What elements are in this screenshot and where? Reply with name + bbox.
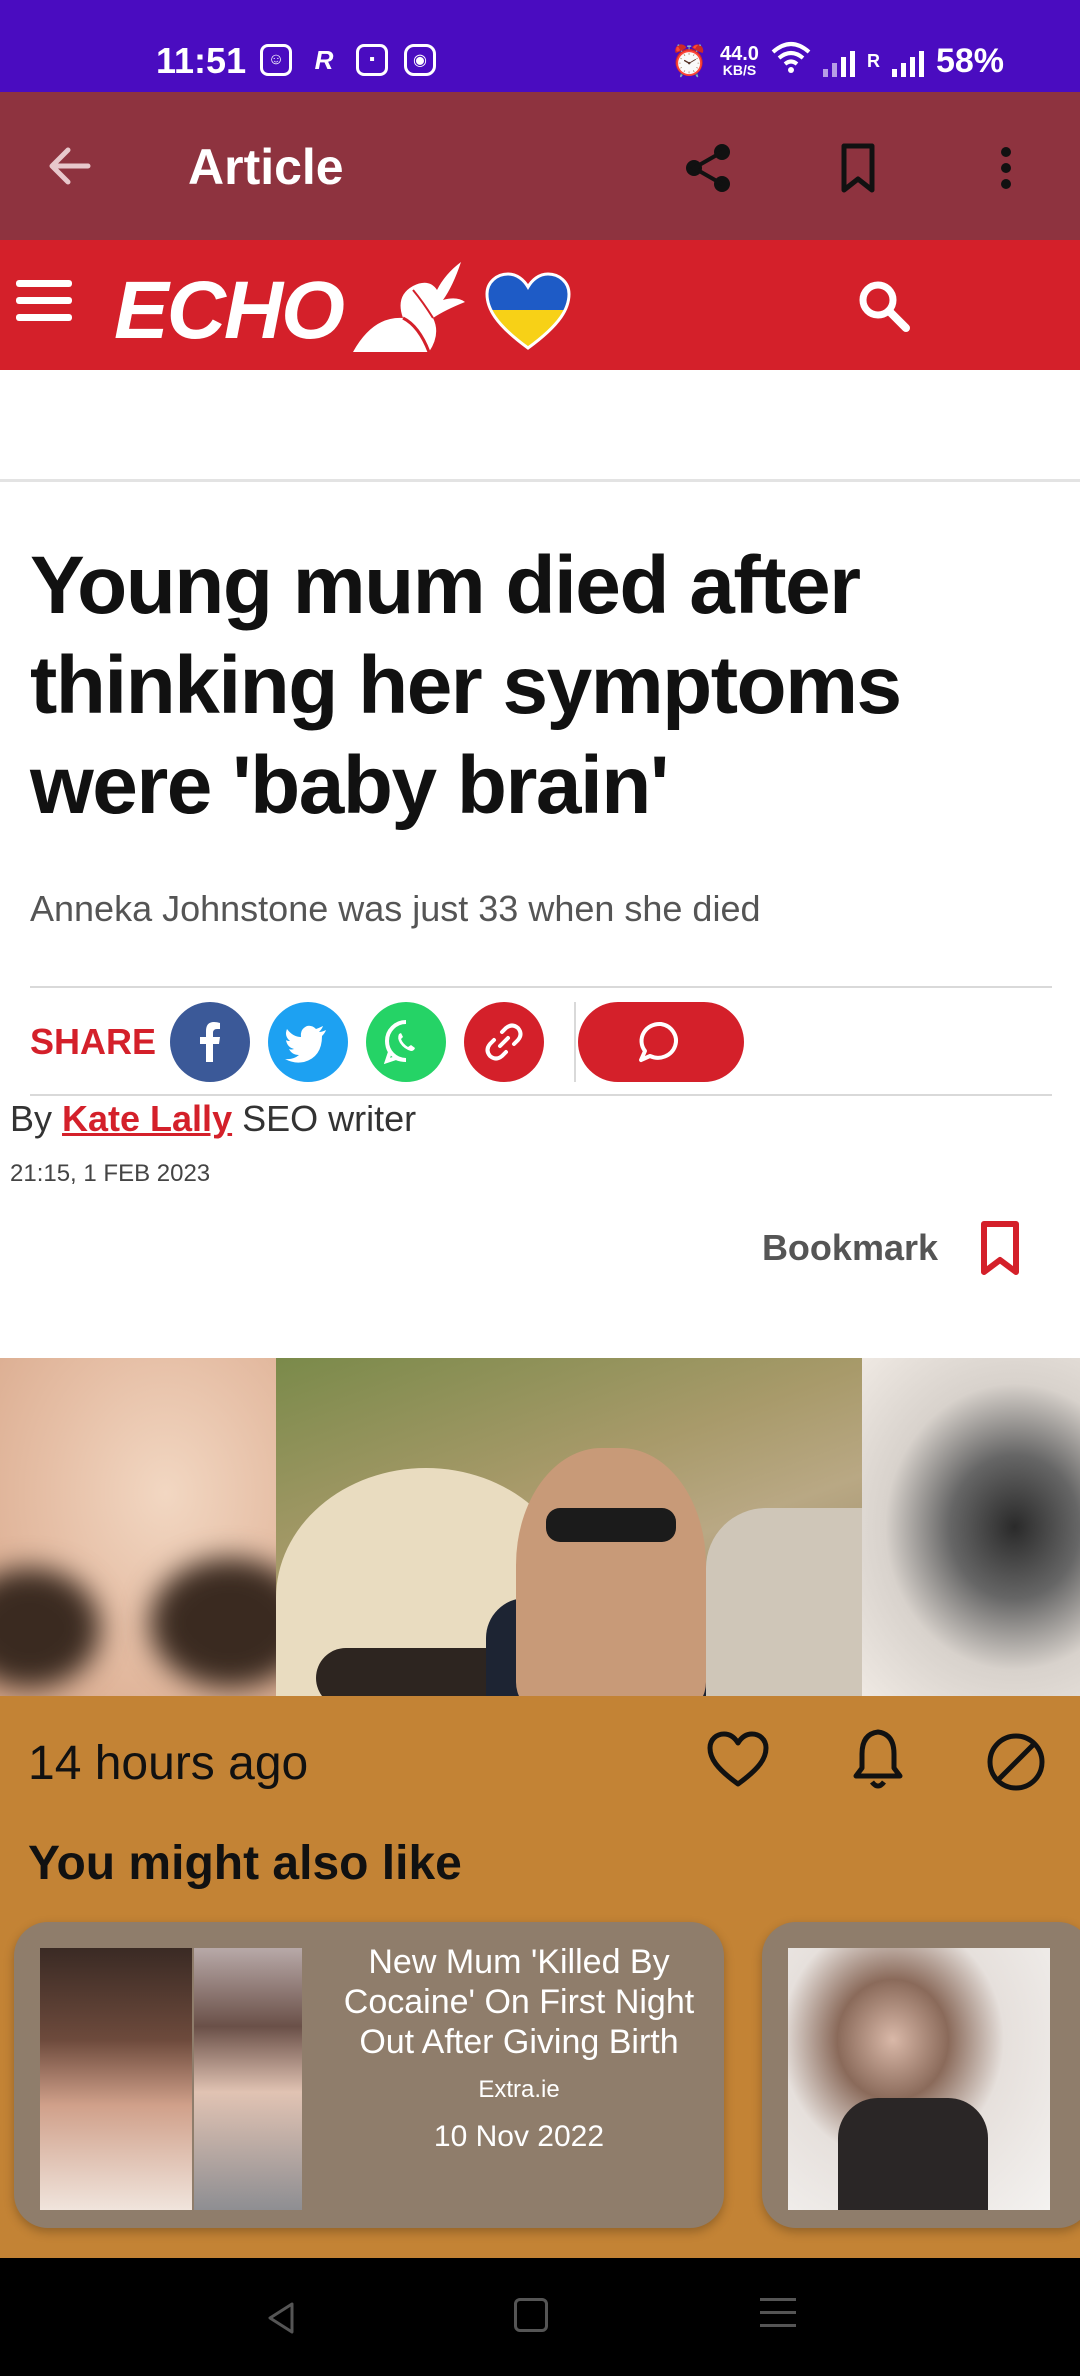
card-title: New Mum 'Killed By Cocaine' On First Nig… <box>343 1943 695 2061</box>
bookmark-icon[interactable] <box>826 136 890 200</box>
liver-bird-icon <box>352 262 465 353</box>
ad-placeholder <box>0 370 1080 482</box>
card-source: Extra.ie <box>478 2076 560 2103</box>
time-ago: 14 hours ago <box>28 1737 309 1790</box>
network-speed-unit: KB/S <box>722 61 757 78</box>
battery-level: 58% <box>935 42 1004 80</box>
app-notification-icon: ▪ <box>356 44 388 76</box>
status-bar: 11:51 ☺ R ▪ ◉ ⏰ 44.0 KB/S R 58% <box>0 0 1080 92</box>
comment-bubble-icon <box>639 1021 678 1062</box>
article-hero-image[interactable] <box>0 1358 1080 1696</box>
photo-blur-left <box>0 1358 310 1696</box>
share-icon[interactable] <box>676 136 740 200</box>
heart-icon[interactable] <box>706 1730 770 1790</box>
network-label: R <box>866 51 880 71</box>
bookmark-button[interactable]: Bookmark <box>762 1220 1024 1276</box>
related-card[interactable]: New Mum 'Killed By Cocaine' On First Nig… <box>14 1922 724 2228</box>
card-thumbnail <box>788 1948 1050 2210</box>
facebook-share-button[interactable] <box>170 1002 251 1082</box>
twitter-icon <box>285 1025 327 1063</box>
whatsapp-share-button[interactable] <box>366 1002 447 1082</box>
bookmark-label: Bookmark <box>761 1227 938 1268</box>
link-icon <box>485 1023 523 1061</box>
divider <box>30 986 1052 988</box>
share-bar: SHARE <box>30 1000 1052 1084</box>
echo-logo-text: ECHO <box>114 265 345 356</box>
alarm-icon: ⏰ <box>670 45 708 78</box>
wifi-icon <box>771 40 811 83</box>
r-notification-icon: R <box>314 44 334 75</box>
divider-vertical <box>574 1002 577 1082</box>
more-vertical-icon[interactable] <box>976 136 1036 200</box>
photo-blur-right <box>862 1358 1080 1696</box>
chat-notification-icon: ☺ <box>260 44 292 76</box>
arrow-left-icon[interactable] <box>40 136 100 196</box>
signal-2-icon <box>891 47 924 77</box>
app-bar: Article <box>0 92 1080 240</box>
article-standfirst: Anneka Johnstone was just 33 when she di… <box>30 888 761 929</box>
page-title: Article <box>188 139 344 195</box>
status-right: ⏰ 44.0 KB/S R 58% <box>671 40 1004 83</box>
article-timestamp: 21:15, 1 FEB 2023 <box>10 1160 211 1187</box>
bell-icon[interactable] <box>846 1726 910 1794</box>
article-headline: Young mum died after thinking her sympto… <box>30 540 902 831</box>
status-time: 11:51 <box>156 40 247 81</box>
nav-home-icon[interactable] <box>514 2298 548 2332</box>
byline: By Kate Lally SEO writer <box>10 1098 416 1140</box>
whatsapp-icon <box>383 1020 416 1065</box>
card-thumbnail <box>40 1948 302 2210</box>
author-link[interactable]: Kate Lally <box>62 1098 232 1139</box>
ukraine-heart-icon <box>485 272 571 350</box>
comments-button[interactable] <box>578 1002 745 1082</box>
card-text: New Mum 'Killed By Cocaine' On First Nig… <box>324 1942 714 2154</box>
echo-logo[interactable]: ECHO <box>114 262 571 356</box>
section-title: You might also like <box>28 1837 462 1890</box>
facebook-icon <box>200 1022 221 1062</box>
signal-1-icon <box>822 47 855 77</box>
block-icon[interactable] <box>984 1730 1048 1794</box>
share-label: SHARE <box>30 1021 157 1062</box>
bookmark-outline-icon <box>981 1221 1019 1275</box>
card-date: 10 Nov 2022 <box>433 2120 605 2153</box>
nav-recents-icon[interactable] <box>760 2298 796 2334</box>
divider <box>30 1094 1052 1096</box>
twitter-share-button[interactable] <box>268 1002 349 1082</box>
related-panel: 14 hours ago You might also like New Mum… <box>0 1696 1080 2258</box>
search-icon[interactable] <box>852 274 916 338</box>
system-nav-bar <box>0 2258 1080 2376</box>
copy-link-button[interactable] <box>464 1002 545 1082</box>
notification-icons: ☺ R ▪ ◉ <box>260 44 436 76</box>
network-speed-value: 44.0 <box>720 42 759 65</box>
photo-main <box>276 1358 866 1696</box>
network-speed: 44.0 KB/S <box>720 42 759 78</box>
site-header: ECHO <box>0 240 1080 370</box>
byline-prefix: By <box>10 1098 63 1139</box>
hamburger-menu-icon[interactable] <box>16 280 72 328</box>
nav-back-icon[interactable] <box>262 2298 302 2338</box>
related-card[interactable] <box>762 1922 1080 2228</box>
author-role: SEO writer <box>232 1098 417 1139</box>
instagram-icon: ◉ <box>404 44 436 76</box>
